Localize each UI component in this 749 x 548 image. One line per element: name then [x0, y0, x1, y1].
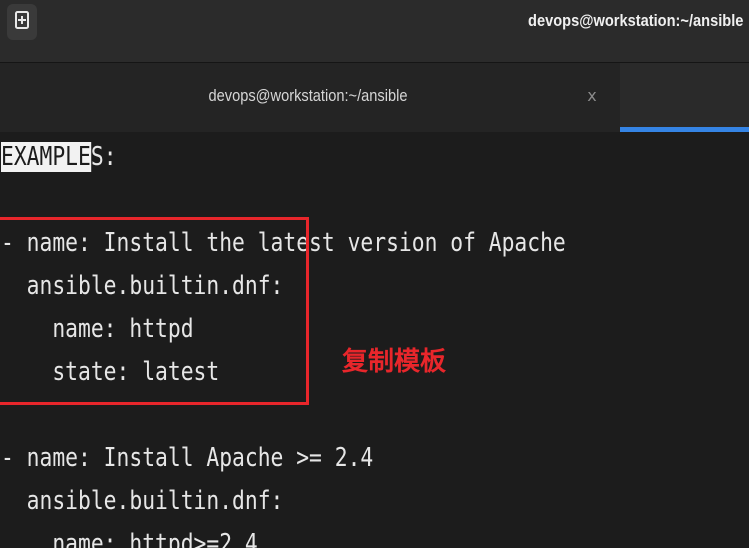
- search-highlight: EXAMPLE: [1, 142, 91, 172]
- close-icon[interactable]: x: [582, 85, 602, 107]
- new-tab-button[interactable]: [7, 4, 37, 40]
- tab-terminal[interactable]: devops@workstation:~/ansible x: [0, 63, 620, 132]
- terminal-window: devops@workstation:~/ansible devops@work…: [0, 0, 749, 548]
- terminal-line: - name: Install Apache >= 2.4: [1, 443, 374, 473]
- window-title: devops@workstation:~/ansible: [527, 11, 743, 30]
- annotation-label: 复制模板: [342, 347, 447, 377]
- examples-heading-rest: S:: [90, 142, 117, 172]
- examples-heading: EXAMPLES:: [1, 137, 117, 177]
- annotation-box: [0, 217, 309, 405]
- new-tab-icon: [15, 10, 29, 34]
- tab-label: devops@workstation:~/ansible: [208, 86, 408, 105]
- terminal-line: ansible.builtin.dnf:: [1, 486, 284, 516]
- terminal-line: name: httpd>=2.4: [1, 529, 258, 548]
- terminal-output[interactable]: EXAMPLES: - name: Install the latest ver…: [0, 132, 749, 548]
- tab-bar: devops@workstation:~/ansible x: [0, 63, 749, 132]
- header-bar: devops@workstation:~/ansible: [0, 0, 749, 63]
